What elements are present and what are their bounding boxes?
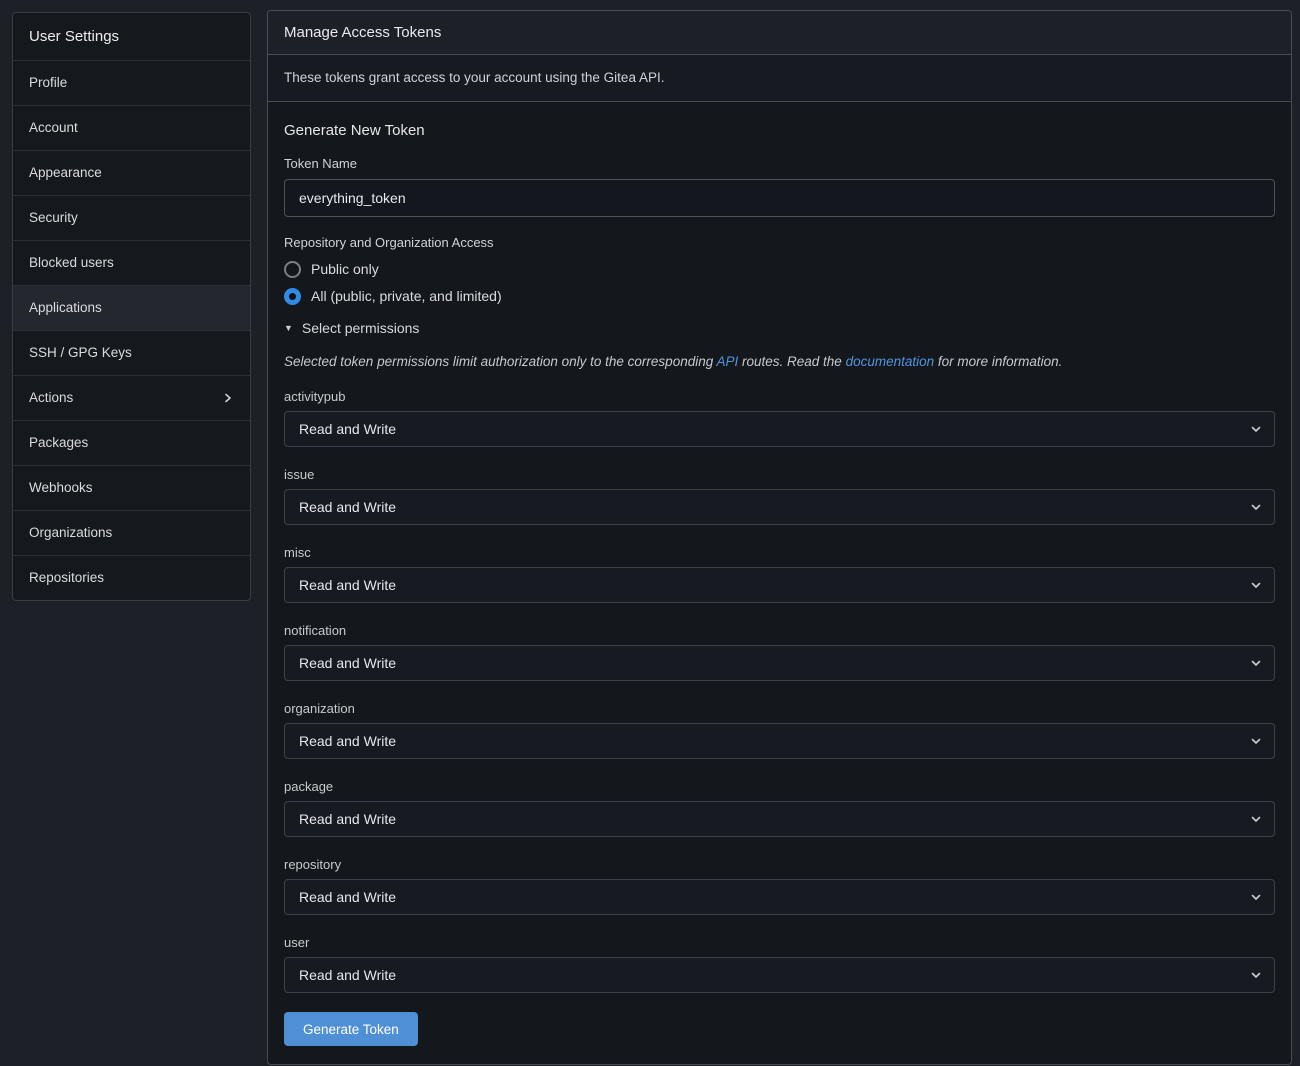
chevron-right-icon: [222, 392, 234, 404]
permission-select-wrap: Read and Write: [284, 957, 1275, 993]
permission-group-notification: notification Read and Write: [284, 623, 1275, 681]
api-link[interactable]: API: [716, 354, 738, 369]
user-permission-select[interactable]: Read and Write: [284, 957, 1275, 993]
permission-select-wrap: Read and Write: [284, 723, 1275, 759]
sidebar-item-packages[interactable]: Packages: [13, 421, 250, 466]
permission-label: misc: [284, 545, 1275, 561]
sidebar-item-actions[interactable]: Actions: [13, 376, 250, 421]
sidebar-item-ssh-gpg-keys[interactable]: SSH / GPG Keys: [13, 331, 250, 376]
radio-public-only-label: Public only: [311, 260, 379, 278]
sidebar-item-label: Actions: [29, 390, 73, 406]
radio-all-access-circle[interactable]: [284, 288, 301, 305]
sidebar-item-label: Repositories: [29, 570, 104, 586]
sidebar-item-label: Blocked users: [29, 255, 114, 271]
permission-select-wrap: Read and Write: [284, 489, 1275, 525]
radio-public-only-circle[interactable]: [284, 261, 301, 278]
select-permissions-label: Select permissions: [302, 319, 420, 337]
permission-group-repository: repository Read and Write: [284, 857, 1275, 915]
access-tokens-panel: Manage Access Tokens These tokens grant …: [267, 10, 1292, 1065]
issue-permission-select[interactable]: Read and Write: [284, 489, 1275, 525]
organization-permission-select[interactable]: Read and Write: [284, 723, 1275, 759]
sidebar-item-label: Applications: [29, 300, 102, 316]
repository-permission-select[interactable]: Read and Write: [284, 879, 1275, 915]
note-text: for more information.: [934, 354, 1062, 369]
sidebar-item-blocked-users[interactable]: Blocked users: [13, 241, 250, 286]
permission-select-wrap: Read and Write: [284, 801, 1275, 837]
sidebar-item-label: Packages: [29, 435, 88, 451]
sidebar-item-appearance[interactable]: Appearance: [13, 151, 250, 196]
sidebar-item-label: Appearance: [29, 165, 102, 181]
generate-token-form: Generate New Token Token Name Repository…: [268, 102, 1291, 1064]
permission-label: issue: [284, 467, 1275, 483]
permission-group-activitypub: activitypub Read and Write: [284, 389, 1275, 447]
settings-sidebar: User Settings Profile Account Appearance…: [12, 12, 251, 601]
package-permission-select[interactable]: Read and Write: [284, 801, 1275, 837]
panel-description: These tokens grant access to your accoun…: [268, 55, 1291, 102]
sidebar-item-security[interactable]: Security: [13, 196, 250, 241]
permission-group-misc: misc Read and Write: [284, 545, 1275, 603]
sidebar-item-profile[interactable]: Profile: [13, 61, 250, 106]
permission-label: notification: [284, 623, 1275, 639]
permission-group-user: user Read and Write: [284, 935, 1275, 993]
radio-all-access-label: All (public, private, and limited): [311, 287, 502, 305]
sidebar-item-label: Organizations: [29, 525, 112, 541]
misc-permission-select[interactable]: Read and Write: [284, 567, 1275, 603]
permission-label: user: [284, 935, 1275, 951]
permission-label: activitypub: [284, 389, 1275, 405]
permission-select-wrap: Read and Write: [284, 567, 1275, 603]
permissions-note: Selected token permissions limit authori…: [284, 353, 1275, 371]
select-permissions-toggle[interactable]: ▼ Select permissions: [284, 319, 419, 337]
documentation-link[interactable]: documentation: [846, 354, 935, 369]
permission-group-package: package Read and Write: [284, 779, 1275, 837]
permission-select-wrap: Read and Write: [284, 411, 1275, 447]
triangle-down-icon: ▼: [284, 319, 293, 337]
note-text: Selected token permissions limit authori…: [284, 354, 716, 369]
permission-label: organization: [284, 701, 1275, 717]
token-name-input[interactable]: [284, 179, 1275, 217]
sidebar-item-webhooks[interactable]: Webhooks: [13, 466, 250, 511]
sidebar-title: User Settings: [13, 13, 250, 61]
permission-select-wrap: Read and Write: [284, 879, 1275, 915]
sidebar-item-label: SSH / GPG Keys: [29, 345, 132, 361]
permission-label: repository: [284, 857, 1275, 873]
notification-permission-select[interactable]: Read and Write: [284, 645, 1275, 681]
section-title: Generate New Token: [284, 122, 1275, 140]
sidebar-item-applications[interactable]: Applications: [13, 286, 250, 331]
permission-group-issue: issue Read and Write: [284, 467, 1275, 525]
permission-group-organization: organization Read and Write: [284, 701, 1275, 759]
sidebar-item-organizations[interactable]: Organizations: [13, 511, 250, 556]
token-name-label: Token Name: [284, 156, 1275, 172]
sidebar-item-label: Webhooks: [29, 480, 93, 496]
access-scope-label: Repository and Organization Access: [284, 235, 1275, 251]
activitypub-permission-select[interactable]: Read and Write: [284, 411, 1275, 447]
radio-public-only[interactable]: Public only: [284, 260, 1275, 278]
sidebar-item-repositories[interactable]: Repositories: [13, 556, 250, 600]
page-title: Manage Access Tokens: [268, 11, 1291, 55]
radio-all-access[interactable]: All (public, private, and limited): [284, 287, 1275, 305]
generate-token-button[interactable]: Generate Token: [284, 1012, 418, 1046]
sidebar-item-account[interactable]: Account: [13, 106, 250, 151]
note-text: routes. Read the: [738, 354, 845, 369]
sidebar-item-label: Profile: [29, 75, 67, 91]
sidebar-item-label: Account: [29, 120, 78, 136]
permission-label: package: [284, 779, 1275, 795]
sidebar-item-label: Security: [29, 210, 78, 226]
permission-select-wrap: Read and Write: [284, 645, 1275, 681]
